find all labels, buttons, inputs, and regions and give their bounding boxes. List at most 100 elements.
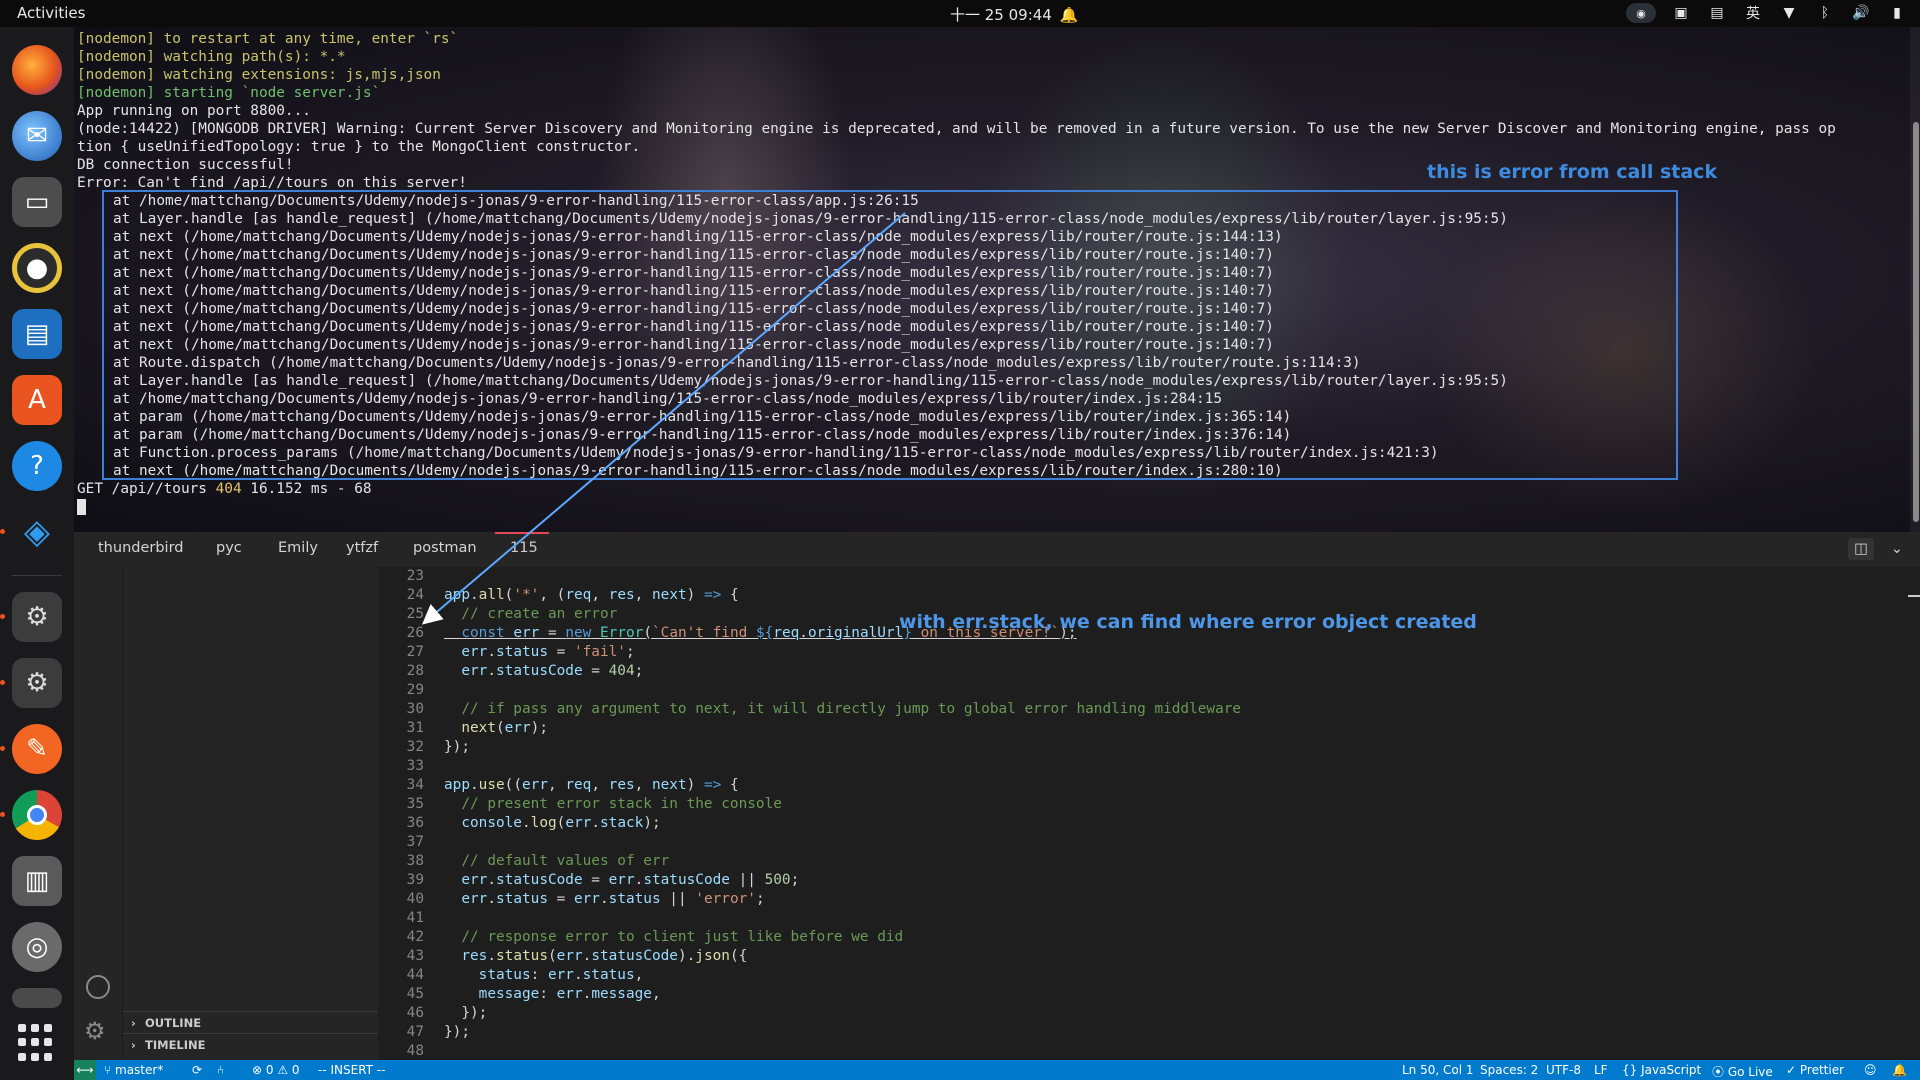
line-number: 37 <box>406 834 424 850</box>
language-mode[interactable]: {} JavaScript <box>1622 1063 1701 1077</box>
terminal-line: tion { useUnifiedTopology: true } to the… <box>77 139 641 155</box>
code-line: 30 // if pass any argument to next, it w… <box>378 700 1241 719</box>
gear-icon[interactable]: ⚙ <box>84 1017 106 1045</box>
panel-layout-icon[interactable]: ◫ <box>1848 538 1874 560</box>
code-line: 29 <box>378 681 424 700</box>
wifi-icon[interactable]: ▼ <box>1778 3 1800 23</box>
clock[interactable]: 十一 25 09:44 🔔 <box>950 4 1079 25</box>
help-icon[interactable]: ? <box>12 441 62 491</box>
tab-postman[interactable]: postman <box>413 540 477 556</box>
request-log-suffix: 16.152 ms - 68 <box>241 481 372 497</box>
feedback-icon[interactable]: ☺ <box>1864 1063 1877 1077</box>
encoding[interactable]: UTF-8 <box>1546 1063 1581 1077</box>
code-text: console.log(err.stack); <box>461 815 661 831</box>
bluetooth-icon[interactable]: ᛒ <box>1814 3 1836 23</box>
outline-section[interactable]: › OUTLINE <box>123 1011 379 1033</box>
indentation[interactable]: Spaces: 2 <box>1480 1063 1538 1077</box>
battery-icon[interactable]: ▮ <box>1886 3 1908 23</box>
code-line: 37 <box>378 833 424 852</box>
vscode-icon[interactable]: ◈ <box>0 507 62 557</box>
request-log-prefix: GET /api//tours <box>77 481 216 497</box>
code-text: status: err.status, <box>478 967 644 983</box>
outline-label: OUTLINE <box>145 1016 202 1030</box>
notifications-bell-icon[interactable]: 🔔 <box>1892 1063 1907 1077</box>
drive-icon[interactable] <box>12 988 62 1008</box>
image-viewer-tray-icon[interactable]: ▣ <box>1670 3 1692 23</box>
line-ending[interactable]: LF <box>1594 1063 1608 1077</box>
volume-icon[interactable]: 🔊 <box>1850 3 1872 23</box>
line-number: 41 <box>406 910 424 926</box>
line-number: 31 <box>406 720 424 736</box>
screen-tray-icon[interactable]: ▤ <box>1706 3 1728 23</box>
account-icon[interactable] <box>86 975 110 999</box>
firefox-icon[interactable] <box>12 45 62 95</box>
code-text: }); <box>444 739 470 755</box>
tab-pyc[interactable]: pyc <box>216 540 242 556</box>
chrome-icon[interactable] <box>0 790 62 840</box>
code-line: 48 <box>378 1042 424 1061</box>
running-indicator <box>0 746 5 751</box>
code-text: app.use((err, req, res, next) => { <box>444 777 739 793</box>
terminal-line: [nodemon] to restart at any time, enter … <box>77 31 459 47</box>
settings-icon[interactable]: ⚙ <box>0 592 62 642</box>
code-line: 38 // default values of err <box>378 852 670 871</box>
screenshot-indicator-icon[interactable]: ◉ <box>1626 3 1656 23</box>
code-line: 40 err.status = err.status || 'error'; <box>378 890 765 909</box>
tab-ytfzf[interactable]: ytfzf <box>346 540 378 556</box>
running-indicator <box>0 614 5 619</box>
line-number: 28 <box>406 663 424 679</box>
problems-indicator[interactable]: ⊗ 0 ⚠ 0 <box>252 1063 300 1077</box>
line-number: 33 <box>406 758 424 774</box>
code-text: // if pass any argument to next, it will… <box>461 701 1242 717</box>
bell-icon: 🔔 <box>1059 5 1079 24</box>
code-line: 31 next(err); <box>378 719 548 738</box>
prettier-button[interactable]: ✓ Prettier <box>1786 1063 1844 1077</box>
settings-icon-2[interactable]: ⚙ <box>0 658 62 708</box>
terminal-scrollbar[interactable] <box>1910 27 1920 532</box>
code-text: err.status = 'fail'; <box>461 644 635 660</box>
line-number: 45 <box>406 986 424 1002</box>
tab-thunderbird[interactable]: thunderbird <box>98 540 184 556</box>
code-text: next(err); <box>461 720 548 736</box>
terminal-window[interactable]: [nodemon] to restart at any time, enter … <box>74 27 1920 532</box>
prompt-line <box>77 498 1836 516</box>
timeline-section[interactable]: › TIMELINE <box>123 1033 379 1055</box>
show-applications-icon[interactable] <box>18 1024 56 1062</box>
postman-icon[interactable]: ✎ <box>0 724 62 774</box>
go-live-button[interactable]: ⦿ Go Live <box>1712 1063 1773 1080</box>
git-branch[interactable]: ⑂ master* <box>104 1063 163 1077</box>
terminal-line: [nodemon] starting `node server.js` <box>77 85 381 101</box>
code-line: 26 const err = new Error(`Can't find ${r… <box>378 624 1077 643</box>
cursor-position[interactable]: Ln 50, Col 1 <box>1402 1063 1474 1077</box>
text-editor-icon[interactable]: ▥ <box>12 856 62 906</box>
remote-icon[interactable]: ⟷ <box>74 1060 96 1080</box>
terminal-scrollbar-thumb[interactable] <box>1913 122 1919 522</box>
tab-115[interactable]: 115 <box>510 540 538 556</box>
disc-icon[interactable]: ◎ <box>12 922 62 972</box>
code-text: // present error stack in the console <box>461 796 782 812</box>
line-number: 24 <box>406 587 424 603</box>
activities-button[interactable]: Activities <box>17 4 85 22</box>
line-number: 48 <box>406 1043 424 1059</box>
err-stack-annotation: with err.stack, we can find where error … <box>899 611 1477 633</box>
tab-emily[interactable]: Emily <box>278 540 318 556</box>
software-center-icon[interactable]: A <box>12 375 62 425</box>
chevron-down-icon[interactable]: ⌄ <box>1884 538 1910 560</box>
code-text: err.statusCode = 404; <box>461 663 644 679</box>
sync-icon[interactable]: ⟳ <box>192 1063 202 1077</box>
status-code: 404 <box>215 481 242 497</box>
code-line: 35 // present error stack in the console <box>378 795 782 814</box>
files-icon[interactable]: ▭ <box>12 177 62 227</box>
rhythmbox-icon[interactable]: ● <box>12 243 62 293</box>
libreoffice-writer-icon[interactable]: ▤ <box>12 309 62 359</box>
thunderbird-icon[interactable]: ✉ <box>12 111 62 161</box>
git-graph-icon[interactable]: ⑃ <box>217 1063 224 1077</box>
input-method-indicator[interactable]: 英 <box>1742 3 1764 23</box>
line-number: 25 <box>406 606 424 622</box>
code-editor[interactable]: 23 24 app.all('*', (req, res, next) => {25… <box>378 567 1920 1060</box>
activity-bar: ⚙ <box>74 567 122 1060</box>
code-line: 42 // response error to client just like… <box>378 928 904 947</box>
active-tab-indicator <box>495 532 549 534</box>
terminal-line: [nodemon] watching extensions: js,mjs,js… <box>77 67 441 83</box>
code-line: 41 <box>378 909 424 928</box>
